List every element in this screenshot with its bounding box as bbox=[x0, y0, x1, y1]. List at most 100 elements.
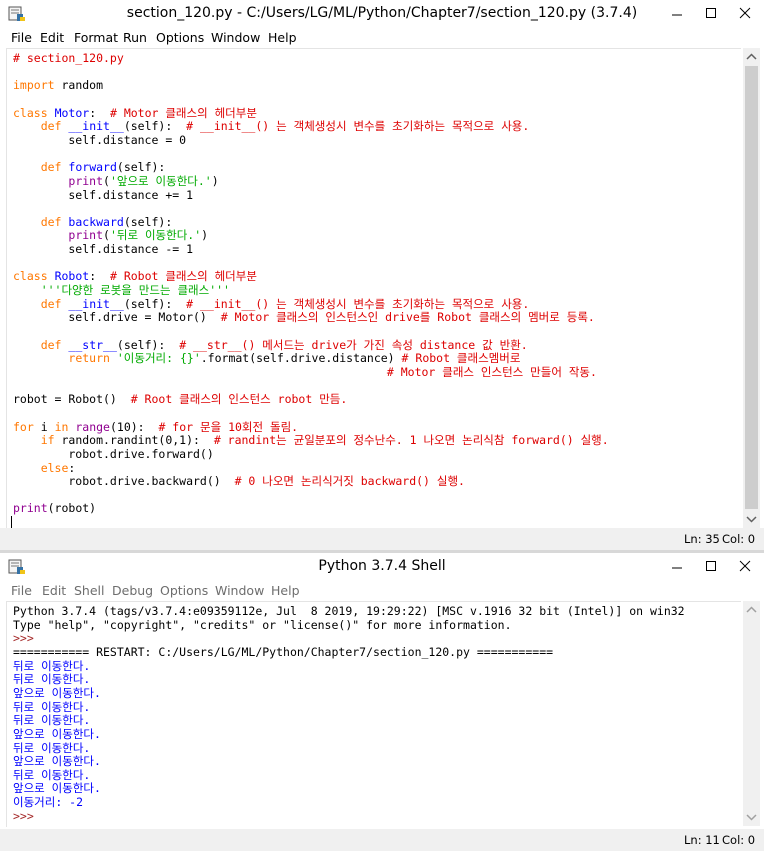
minimize-icon bbox=[672, 14, 682, 16]
menu-options[interactable]: Options bbox=[156, 30, 204, 45]
menu-window[interactable]: Window bbox=[211, 30, 260, 45]
editor-title: section_120.py - C:/Users/LG/ML/Python/C… bbox=[126, 5, 638, 21]
code-line: self.drive = Motor() # Motor 클래스의 인스턴스인 … bbox=[13, 310, 595, 325]
token-out: 뒤로 이동한다. bbox=[13, 767, 91, 782]
token-out: 뒤로 이동한다. bbox=[13, 658, 91, 673]
token-comment: # Motor 클래스 인스턴스 만들어 작동. bbox=[386, 364, 597, 379]
token-plain: robot.drive.forward() bbox=[13, 446, 214, 461]
code-line: import random bbox=[13, 78, 103, 92]
code-line: return '이동거리: {}'.format(self.drive.dist… bbox=[13, 351, 520, 365]
token-plain: self.drive = Motor() bbox=[13, 310, 221, 325]
scroll-down-icon[interactable] bbox=[743, 512, 760, 526]
shell-menubar: File Edit Shell Debug Options Window Help bbox=[0, 581, 764, 601]
shell-line: 앞으로 이동한다. bbox=[13, 727, 101, 741]
menu-options[interactable]: Options bbox=[160, 583, 208, 598]
menu-file[interactable]: File bbox=[11, 30, 32, 45]
shell-line: =========== RESTART: C:/Users/LG/ML/Pyth… bbox=[13, 645, 553, 659]
token-kw: return bbox=[68, 351, 110, 366]
token-plain: (10): bbox=[109, 419, 159, 434]
shell-scrollbar[interactable] bbox=[743, 601, 760, 826]
shell-output-area[interactable]: Python 3.7.4 (tags/v3.7.4:e09359112e, Ju… bbox=[6, 601, 741, 827]
token-out: 앞으로 이동한다. bbox=[13, 754, 101, 769]
token-plain: (self): bbox=[116, 160, 166, 175]
menu-format[interactable]: Format bbox=[74, 30, 118, 45]
menu-run[interactable]: Run bbox=[123, 30, 147, 45]
token-prompt: >>> bbox=[13, 808, 41, 823]
token-comment: # Motor 클래스의 인스턴스인 drive를 Robot 클래스의 멤버로… bbox=[220, 310, 595, 325]
shell-line: >>> bbox=[13, 809, 41, 823]
minimize-button[interactable] bbox=[662, 1, 692, 25]
token-def: __init__ bbox=[68, 296, 124, 311]
maximize-button[interactable] bbox=[696, 1, 726, 25]
editor-menubar: File Edit Format Run Options Window Help bbox=[0, 28, 764, 48]
shell-minimize-button[interactable] bbox=[662, 554, 692, 578]
shell-close-button[interactable] bbox=[730, 554, 760, 578]
token-plain: (self): bbox=[123, 214, 173, 229]
menu-file[interactable]: File bbox=[11, 583, 32, 598]
code-line: self.distance += 1 bbox=[13, 188, 193, 202]
editor-scroll-thumb[interactable] bbox=[745, 66, 758, 509]
code-line: for i in range(10): # for 문을 10회전 돌림. bbox=[13, 420, 298, 434]
token-builtin: print bbox=[68, 228, 104, 243]
token-plain: ( bbox=[103, 173, 110, 188]
code-line: class Motor: # Motor 클래스의 헤더부분 bbox=[13, 106, 257, 120]
code-line: self.distance -= 1 bbox=[13, 242, 193, 256]
menu-help[interactable]: Help bbox=[268, 30, 297, 45]
token-str: '이동거리: {}' bbox=[116, 351, 201, 366]
token-out: 뒤로 이동한다. bbox=[13, 713, 91, 728]
editor-statusbar: Ln: 35 Col: 0 bbox=[0, 528, 764, 550]
menu-debug[interactable]: Debug bbox=[112, 583, 153, 598]
token-plain: Type "help", "copyright", "credits" or "… bbox=[13, 617, 512, 632]
menu-help[interactable]: Help bbox=[271, 583, 300, 598]
token-plain: : bbox=[89, 269, 110, 284]
menu-shell[interactable]: Shell bbox=[74, 583, 105, 598]
editor-titlebar[interactable]: section_120.py - C:/Users/LG/ML/Python/C… bbox=[0, 0, 764, 28]
shell-line: Python 3.7.4 (tags/v3.7.4:e09359112e, Ju… bbox=[13, 604, 685, 618]
scroll-down-icon[interactable] bbox=[743, 810, 760, 824]
menu-edit[interactable]: Edit bbox=[40, 30, 64, 45]
token-out: 앞으로 이동한다. bbox=[13, 726, 101, 741]
editor-scrollbar[interactable] bbox=[743, 48, 760, 528]
token-plain: self.distance = 0 bbox=[13, 132, 187, 147]
code-line: robot.drive.forward() bbox=[13, 446, 214, 461]
token-kw: for bbox=[13, 419, 34, 434]
token-plain: Python 3.7.4 (tags/v3.7.4:e09359112e, Ju… bbox=[13, 604, 685, 618]
token-kw: def bbox=[40, 214, 62, 229]
token-str: '뒤로 이동한다.' bbox=[109, 228, 202, 243]
code-line: def forward(self): bbox=[13, 160, 166, 175]
token-builtin: range bbox=[75, 419, 110, 434]
token-plain: self.distance += 1 bbox=[13, 187, 194, 202]
code-line: class Robot: # Robot 클래스의 헤더부분 bbox=[13, 269, 257, 283]
token-plain: random bbox=[54, 78, 104, 93]
token-comment: # __init__() 는 객체생성시 변수를 초기화하는 목적으로 사용. bbox=[186, 119, 530, 134]
token-out: 뒤로 이동한다. bbox=[13, 672, 91, 687]
scroll-up-icon[interactable] bbox=[743, 603, 760, 617]
code-line: def __init__(self): # __init__() 는 객체생성시… bbox=[13, 119, 530, 134]
code-line: robot = Robot() # Root 클래스의 인스턴스 robot 만… bbox=[13, 392, 347, 406]
shell-maximize-button[interactable] bbox=[696, 554, 726, 578]
shell-line: 앞으로 이동한다. bbox=[13, 781, 101, 795]
token-def: forward bbox=[68, 160, 117, 175]
token-out: 앞으로 이동한다. bbox=[13, 781, 101, 796]
menu-edit[interactable]: Edit bbox=[42, 583, 66, 598]
token-comment: # for 문을 10회전 돌림. bbox=[158, 419, 299, 434]
close-button[interactable] bbox=[730, 1, 760, 25]
scroll-up-icon[interactable] bbox=[743, 50, 760, 64]
token-comment: # Robot 클래스의 헤더부분 bbox=[109, 269, 257, 284]
token-comment: # section_120.py bbox=[13, 51, 124, 65]
close-icon bbox=[739, 560, 751, 572]
shell-titlebar[interactable]: Python 3.7.4 Shell bbox=[0, 553, 764, 581]
token-comment: # __init__() 는 객체생성시 변수를 초기화하는 목적으로 사용. bbox=[186, 296, 530, 311]
token-def: Robot bbox=[54, 269, 90, 284]
token-plain: ) bbox=[211, 173, 219, 188]
menu-window[interactable]: Window bbox=[215, 583, 264, 598]
token-plain: (self): bbox=[116, 337, 180, 352]
editor-code-area[interactable]: # section_120.pyimport random class Motor… bbox=[6, 48, 741, 529]
token-def: __str__ bbox=[68, 337, 117, 352]
token-plain: (self): bbox=[123, 119, 187, 134]
